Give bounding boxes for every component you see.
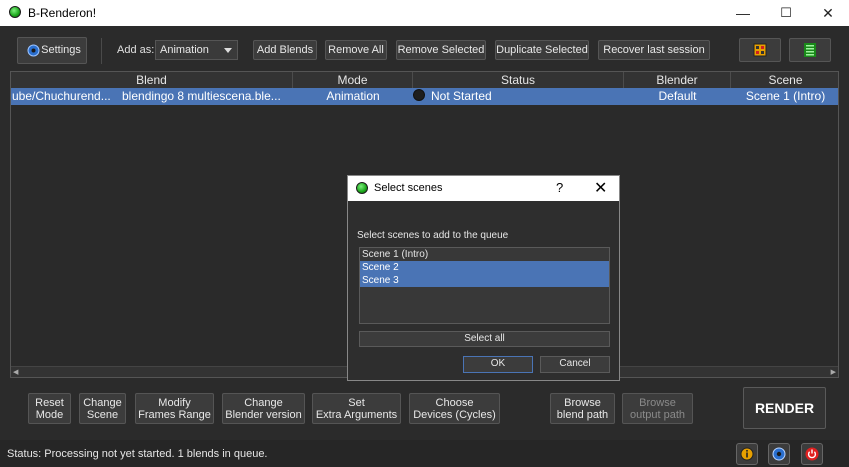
column-header-scene[interactable]: Scene <box>731 72 838 88</box>
status-indicator-icon <box>413 89 425 101</box>
dialog-close-button[interactable]: ✕ <box>594 178 607 198</box>
title-bar: B-Renderon! — ☐ ✕ <box>0 0 849 26</box>
cell-status: Not Started <box>413 88 613 105</box>
scroll-right-icon[interactable]: ▶ <box>831 368 836 376</box>
cell-blend: blendingo 8 multiescena.ble... <box>122 89 281 103</box>
change-blender-label-1: Change <box>244 396 283 409</box>
browse-blend-label-1: Browse <box>564 396 601 409</box>
settings-label: Settings <box>41 44 81 56</box>
list-icon <box>804 43 816 57</box>
remove-selected-button[interactable]: Remove Selected <box>396 40 486 60</box>
spreadsheet-button[interactable] <box>739 38 781 62</box>
minimize-button[interactable]: — <box>723 0 763 26</box>
cell-mode: Animation <box>326 89 380 103</box>
set-args-label-2: Extra Arguments <box>315 408 398 421</box>
choose-devices-label-2: Devices (Cycles) <box>413 408 496 421</box>
info-icon <box>740 447 754 461</box>
column-header-mode[interactable]: Mode <box>293 72 413 88</box>
modify-frames-label-2: Frames Range <box>138 408 211 421</box>
cell-status-text: Not Started <box>431 89 492 103</box>
blender-button[interactable] <box>768 443 790 465</box>
set-args-label-1: Set <box>348 396 365 409</box>
info-button[interactable] <box>736 443 758 465</box>
change-scene-label-2: Scene <box>86 408 119 421</box>
add-as-label: Add as: <box>117 44 155 56</box>
status-bar: Status: Processing not yet started. 1 bl… <box>0 440 849 467</box>
table-row[interactable]: ube/Chuchurend... blendingo 8 multiescen… <box>11 88 838 105</box>
close-button[interactable]: ✕ <box>808 0 848 26</box>
toolbar-divider <box>101 38 102 64</box>
power-icon <box>805 447 819 461</box>
choose-devices-label-1: Choose <box>435 396 474 409</box>
select-all-button[interactable]: Select all <box>359 331 610 347</box>
dialog-prompt: Select scenes to add to the queue <box>357 230 509 241</box>
modify-frames-range-button[interactable]: Modify Frames Range <box>135 393 214 424</box>
select-scenes-dialog: Select scenes ? ✕ Select scenes to add t… <box>347 175 620 381</box>
window-title: B-Renderon! <box>28 6 97 20</box>
ok-button[interactable]: OK <box>463 356 533 373</box>
dialog-title: Select scenes <box>374 182 443 194</box>
cancel-button[interactable]: Cancel <box>540 356 610 373</box>
list-item[interactable]: Scene 2 <box>360 261 609 274</box>
settings-button[interactable]: Settings <box>17 37 87 64</box>
help-button[interactable]: ? <box>556 180 563 195</box>
reset-mode-label-1: Reset <box>35 396 64 409</box>
list-view-button[interactable] <box>789 38 831 62</box>
status-text: Status: Processing not yet started. 1 bl… <box>7 448 268 460</box>
column-header-blend[interactable]: Blend <box>11 72 293 88</box>
browse-blend-path-button[interactable]: Browse blend path <box>550 393 615 424</box>
scenes-list[interactable]: Scene 1 (Intro) Scene 2 Scene 3 <box>359 247 610 324</box>
spreadsheet-icon <box>753 43 767 57</box>
power-button[interactable] <box>801 443 823 465</box>
change-scene-button[interactable]: Change Scene <box>79 393 126 424</box>
render-button[interactable]: RENDER <box>743 387 826 429</box>
browse-output-path-button[interactable]: Browse output path <box>622 393 693 424</box>
browse-output-label-2: output path <box>629 408 686 421</box>
cell-scene: Scene 1 (Intro) <box>745 89 826 103</box>
cell-path: ube/Chuchurend... <box>12 89 111 103</box>
app-logo-icon <box>356 182 368 194</box>
column-header-blender[interactable]: Blender <box>624 72 731 88</box>
duplicate-selected-button[interactable]: Duplicate Selected <box>495 40 589 60</box>
chevron-down-icon <box>224 48 232 53</box>
gear-icon <box>27 44 40 57</box>
add-as-dropdown[interactable]: Animation <box>155 40 238 60</box>
browse-blend-label-2: blend path <box>556 408 609 421</box>
maximize-button[interactable]: ☐ <box>766 0 806 26</box>
change-blender-label-2: Blender version <box>225 408 302 421</box>
dialog-title-bar: Select scenes ? ✕ <box>348 176 619 201</box>
modify-frames-label-1: Modify <box>158 396 191 409</box>
cell-blender: Default <box>658 89 697 103</box>
set-extra-arguments-button[interactable]: Set Extra Arguments <box>312 393 401 424</box>
recover-last-session-button[interactable]: Recover last session <box>598 40 710 60</box>
add-as-value: Animation <box>160 44 209 56</box>
table-header: Blend Mode Status Blender Scene <box>11 72 838 89</box>
reset-mode-button[interactable]: Reset Mode <box>28 393 71 424</box>
blender-logo-icon <box>772 447 786 461</box>
app-logo-icon <box>9 6 21 18</box>
add-blends-button[interactable]: Add Blends <box>253 40 317 60</box>
change-scene-label-1: Change <box>83 396 122 409</box>
reset-mode-label-2: Mode <box>35 408 64 421</box>
column-header-status[interactable]: Status <box>413 72 624 88</box>
browse-output-label-1: Browse <box>639 396 676 409</box>
list-item[interactable]: Scene 1 (Intro) <box>360 248 609 261</box>
remove-all-button[interactable]: Remove All <box>325 40 387 60</box>
scroll-left-icon[interactable]: ◀ <box>13 368 18 376</box>
list-item[interactable]: Scene 3 <box>360 274 609 287</box>
choose-devices-button[interactable]: Choose Devices (Cycles) <box>409 393 500 424</box>
change-blender-version-button[interactable]: Change Blender version <box>222 393 305 424</box>
